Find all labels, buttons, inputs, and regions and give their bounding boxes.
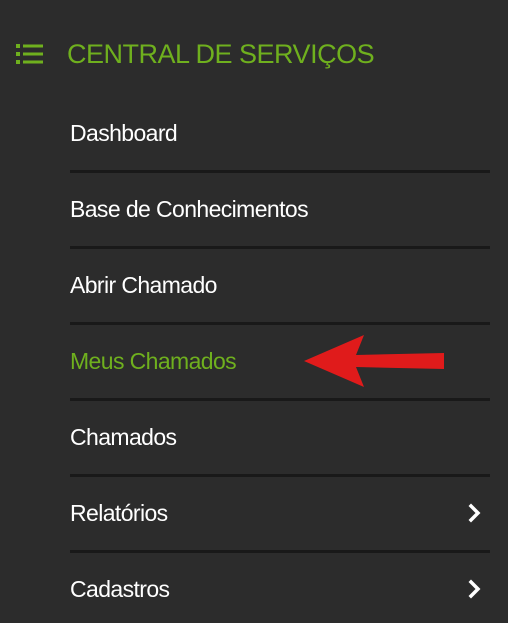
menu-item-label: Base de Conhecimentos bbox=[70, 196, 309, 222]
menu-item-label: Cadastros bbox=[70, 576, 170, 602]
menu-item-relatorios[interactable]: Relatórios bbox=[70, 477, 490, 553]
chevron-right-icon bbox=[468, 503, 481, 523]
section-header[interactable]: CENTRAL DE SERVIÇOS bbox=[0, 26, 508, 82]
menu-item-label: Meus Chamados bbox=[70, 348, 237, 374]
section-title: CENTRAL DE SERVIÇOS bbox=[67, 39, 375, 69]
menu-item-base-de-conhecimentos[interactable]: Base de Conhecimentos bbox=[70, 173, 490, 249]
menu-item-label: Dashboard bbox=[70, 120, 178, 146]
menu-item-chamados[interactable]: Chamados bbox=[70, 401, 490, 477]
sidebar-menu: CENTRAL DE SERVIÇOS Dashboard Base de Co… bbox=[0, 0, 508, 623]
menu-item-label: Abrir Chamado bbox=[70, 272, 217, 298]
list-icon bbox=[16, 44, 43, 64]
menu-item-dashboard[interactable]: Dashboard bbox=[70, 97, 490, 173]
menu-item-label: Relatórios bbox=[70, 500, 168, 526]
menu-item-cadastros[interactable]: Cadastros bbox=[70, 553, 490, 629]
menu-item-abrir-chamado[interactable]: Abrir Chamado bbox=[70, 249, 490, 325]
menu-item-label: Chamados bbox=[70, 424, 177, 450]
chevron-right-icon bbox=[468, 579, 481, 599]
red-arrow-icon bbox=[304, 335, 444, 387]
